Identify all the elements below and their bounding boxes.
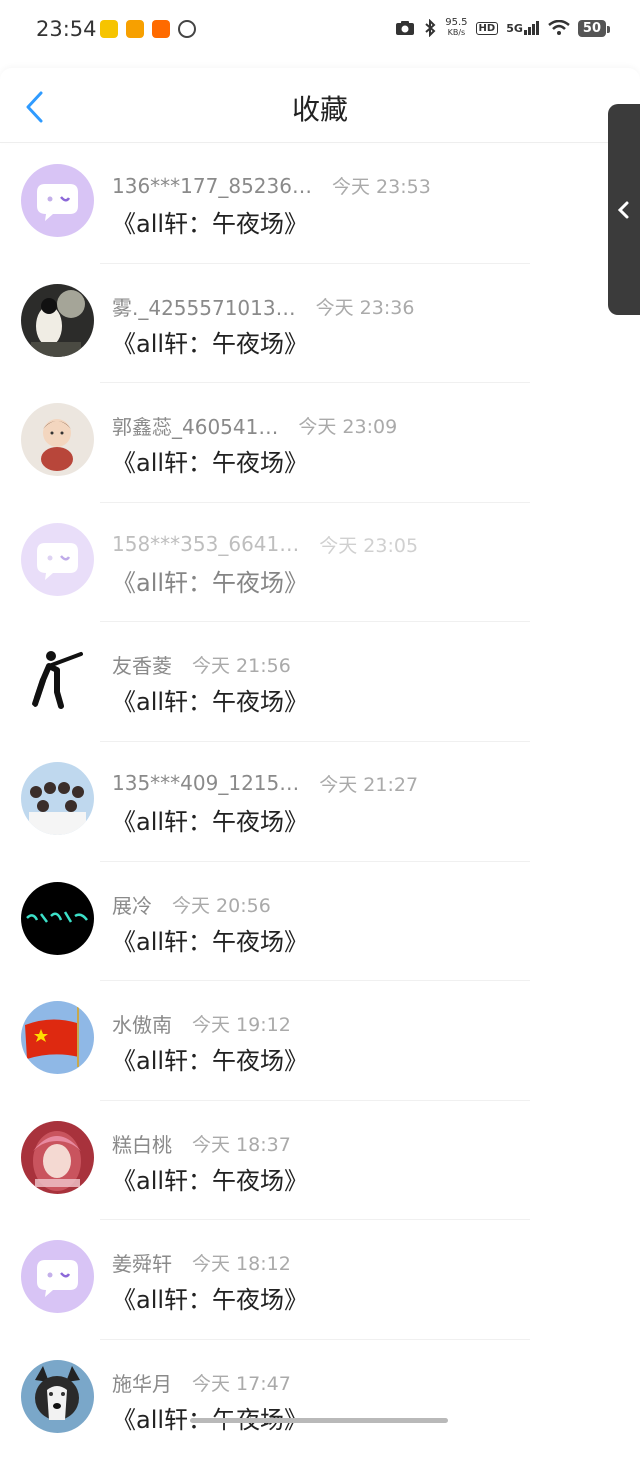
- item-content: 《all轩：午夜场》: [112, 449, 309, 478]
- chat-bubble-avatar[interactable]: [21, 164, 94, 237]
- item-meta: 郭鑫蕊_460541… 今天 23:09: [112, 411, 397, 440]
- item-meta: 158***353_6641… 今天 23:05: [112, 531, 418, 558]
- item-name: 糕白桃: [112, 1132, 172, 1157]
- item-time: 今天 17:47: [192, 1372, 291, 1395]
- chat-bubble-avatar[interactable]: [21, 522, 94, 596]
- item-meta: 水傲南 今天 19:12: [112, 1009, 291, 1038]
- chat-bubble-avatar[interactable]: [21, 1240, 94, 1314]
- item-time: 今天 21:27: [319, 773, 419, 796]
- item-meta: 友香菱 今天 21:56: [112, 650, 291, 679]
- home-indicator[interactable]: [190, 1418, 448, 1423]
- item-content: 《all轩：午夜场》: [112, 1166, 309, 1195]
- item-content: 《all轩：午夜场》: [112, 927, 309, 956]
- favorites-list: 136***177_85236… 今天 23:53 《all轩：午夜场》 雾._…: [0, 144, 640, 1460]
- list-item[interactable]: 雾._4255571013… 今天 23:36 《all轩：午夜场》: [0, 264, 640, 384]
- item-name: 水傲南: [112, 1013, 172, 1038]
- item-name: 雾._4255571013…: [112, 295, 296, 320]
- item-name: 施华月: [112, 1371, 172, 1396]
- list-item[interactable]: 水傲南 今天 19:12 《all轩：午夜场》: [0, 981, 640, 1101]
- item-name: 135***409_1215…: [112, 771, 300, 796]
- item-time: 今天 23:05: [319, 534, 419, 557]
- photo-avatar[interactable]: [21, 283, 94, 357]
- portrait-avatar[interactable]: [21, 1120, 94, 1194]
- hd-badge: HD: [475, 21, 499, 35]
- item-name: 158***353_6641…: [112, 532, 300, 557]
- list-item[interactable]: 施华月 今天 17:47 《all轩：午夜场》: [0, 1340, 640, 1460]
- item-meta: 展冷 今天 20:56: [112, 890, 271, 919]
- camera-icon: [396, 21, 415, 35]
- list-item[interactable]: 136***177_85236… 今天 23:53 《all轩：午夜场》: [0, 144, 640, 264]
- list-item[interactable]: 展冷 今天 20:56 《all轩：午夜场》: [0, 862, 640, 982]
- signal-indicator: 5G: [506, 21, 540, 35]
- group-photo-avatar[interactable]: [21, 761, 94, 835]
- item-time: 今天 18:12: [192, 1253, 291, 1276]
- item-meta: 姜舜轩 今天 18:12: [112, 1248, 291, 1277]
- notification-icons: [100, 20, 196, 38]
- flag-avatar[interactable]: [21, 1001, 94, 1075]
- net-speed-unit: KB/s: [447, 28, 466, 37]
- list-item[interactable]: 友香菱 今天 21:56 《all轩：午夜场》: [0, 622, 640, 742]
- item-time: 今天 20:56: [172, 894, 271, 917]
- item-content: 《all轩：午夜场》: [112, 568, 309, 597]
- item-name: 展冷: [112, 893, 152, 918]
- net-speed-value: 95.5: [445, 17, 468, 28]
- item-meta: 136***177_85236… 今天 23:53: [112, 172, 431, 199]
- list-item[interactable]: 糕白桃 今天 18:37 《all轩：午夜场》: [0, 1101, 640, 1221]
- item-content: 《all轩：午夜场》: [112, 1286, 309, 1315]
- item-meta: 雾._4255571013… 今天 23:36: [112, 292, 414, 321]
- item-meta: 糕白桃 今天 18:37: [112, 1129, 291, 1158]
- item-name: 友香菱: [112, 654, 172, 679]
- signal-bars-icon: [523, 21, 539, 35]
- item-content: 《all轩：午夜场》: [112, 329, 309, 358]
- signal-label: 5G: [506, 22, 523, 35]
- item-name: 姜舜轩: [112, 1252, 172, 1277]
- wechat-icon: [178, 20, 196, 38]
- taobao-icon: [152, 20, 170, 38]
- item-meta: 135***409_1215… 今天 21:27: [112, 770, 418, 797]
- item-content: 《all轩：午夜场》: [112, 688, 309, 717]
- item-time: 今天 23:09: [298, 416, 398, 439]
- battery-indicator: 50: [577, 19, 611, 37]
- item-time: 今天 21:56: [192, 655, 291, 678]
- item-time: 今天 23:53: [331, 176, 431, 198]
- status-right: 95.5 KB/s HD 5G 50: [395, 18, 611, 38]
- list-item[interactable]: 郭鑫蕊_460541… 今天 23:09 《all轩：午夜场》: [0, 383, 640, 503]
- item-content: 《all轩：午夜场》: [112, 1047, 309, 1076]
- list-item[interactable]: 姜舜轩 今天 18:12 《all轩：午夜场》: [0, 1220, 640, 1340]
- item-time: 今天 18:37: [192, 1133, 291, 1156]
- notification-app-icon: [100, 20, 118, 38]
- calligraphy-avatar[interactable]: [21, 881, 94, 955]
- item-name: 郭鑫蕊_460541…: [112, 415, 279, 440]
- shooter-pictogram-avatar[interactable]: [21, 642, 94, 716]
- list-item[interactable]: 158***353_6641… 今天 23:05 《all轩：午夜场》: [0, 503, 640, 623]
- item-name: 136***177_85236…: [112, 173, 312, 198]
- wifi-icon: [548, 20, 570, 35]
- status-time: 23:54: [36, 17, 97, 41]
- item-content: 《all轩：午夜场》: [112, 807, 309, 836]
- bluetooth-icon: [425, 19, 436, 37]
- net-speed: 95.5 KB/s: [445, 18, 467, 38]
- nav-bar: 收藏: [0, 68, 640, 143]
- cartoon-avatar[interactable]: [21, 403, 94, 477]
- item-time: 今天 23:36: [315, 296, 415, 319]
- status-bar: 23:54 95.5 KB/s HD 5G 50: [0, 0, 640, 58]
- list-item[interactable]: 135***409_1215… 今天 21:27 《all轩：午夜场》: [0, 742, 640, 862]
- husky-avatar[interactable]: [21, 1359, 94, 1433]
- weibo-icon: [126, 20, 144, 38]
- item-meta: 施华月 今天 17:47: [112, 1368, 291, 1397]
- item-content: 《all轩：午夜场》: [112, 210, 309, 238]
- item-time: 今天 19:12: [192, 1014, 291, 1037]
- page-title: 收藏: [291, 93, 348, 126]
